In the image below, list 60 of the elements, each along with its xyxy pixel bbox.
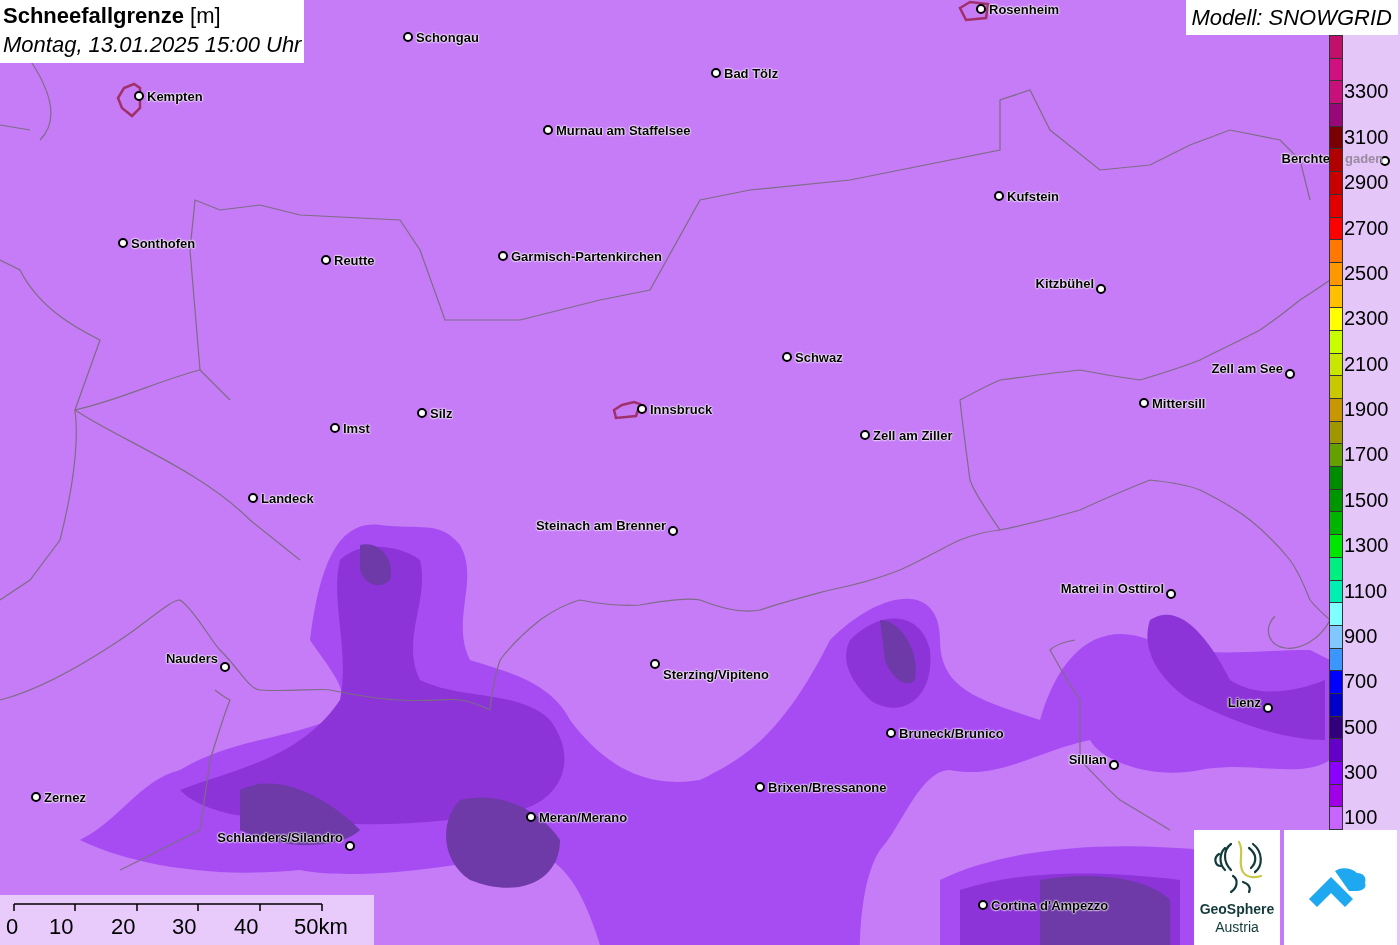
city-label: Silz (430, 407, 453, 420)
city-label: Reutte (334, 254, 375, 267)
city-label: Brixen/Bressanone (768, 781, 887, 794)
city-label: gaden (1345, 152, 1384, 165)
city-label: Kitzbühel (1035, 277, 1094, 290)
city-label: Garmisch-Partenkirchen (511, 250, 662, 263)
scale-value: 3300 (1344, 79, 1389, 104)
scale-label: 10 (49, 914, 74, 940)
scale-value: 500 (1344, 714, 1378, 739)
city-label: Zell am Ziller (873, 429, 953, 442)
city-label: Schwaz (795, 351, 843, 364)
city-label: Zell am See (1211, 362, 1283, 375)
scale-value: 1500 (1344, 487, 1389, 512)
scale-value: 1100 (1344, 578, 1387, 603)
city-label: Steinach am Brenner (535, 519, 666, 532)
model-label: Modell: SNOWGRID (1185, 0, 1398, 35)
city-label: Sillian (1068, 753, 1107, 766)
city-label: Mittersill (1152, 397, 1206, 410)
city-label: Berchte (1281, 152, 1330, 165)
city-label: Bruneck/Brunico (899, 727, 1004, 740)
scale-label: 0 (6, 914, 19, 940)
scale-label: 20 (111, 914, 136, 940)
city-label: Sonthofen (131, 237, 196, 250)
city-label: Zernez (44, 791, 86, 804)
city-label: Murnau am Staffelsee (556, 124, 691, 137)
scale-value: 1900 (1344, 397, 1389, 421)
scale-value: 100 (1344, 805, 1378, 830)
scale-value: 2700 (1344, 215, 1389, 240)
city-label: Rosenheim (989, 3, 1060, 16)
city-label: Matrei in Osttirol (1060, 582, 1164, 595)
scale-label: 50km (294, 914, 348, 940)
scale-value: 2300 (1344, 306, 1389, 331)
scale-value: 2500 (1344, 260, 1389, 285)
scale-label: 30 (172, 914, 197, 940)
city-label: Kempten (147, 90, 203, 103)
city-label: Schlanders/Silandro (217, 831, 343, 844)
scale-label: 40 (234, 914, 259, 940)
city-label: Meran/Merano (539, 811, 628, 824)
city-label: Cortina d'Ampezzo (991, 899, 1109, 912)
map-date: Montag, 13.01.2025 15:00 Uhr (3, 31, 302, 59)
scale-value: 900 (1344, 623, 1378, 648)
scale-value: 300 (1344, 760, 1378, 784)
city-label: Landeck (261, 492, 314, 505)
scale-value: 2900 (1344, 170, 1389, 195)
map-title: Schneefallgrenze [m] (3, 2, 222, 30)
scale-value: 3100 (1344, 124, 1389, 149)
logo-subname: Austria (1215, 918, 1259, 936)
scale-value: 1300 (1344, 533, 1389, 558)
city-label: Schongau (416, 31, 479, 44)
logo-name: GeoSphere (1199, 900, 1275, 918)
scale-value: 700 (1344, 669, 1378, 694)
city-label: Imst (343, 422, 370, 435)
scale-value: 2100 (1344, 351, 1389, 376)
scale-value: 1700 (1344, 442, 1389, 467)
city-label: Sterzing/Vipiteno (663, 668, 769, 681)
city-label: Lienz (1227, 696, 1261, 709)
city-label: Bad Tölz (724, 67, 779, 80)
city-label: Kufstein (1007, 190, 1059, 203)
city-label: Innsbruck (650, 403, 713, 416)
city-label: Nauders (165, 652, 218, 665)
